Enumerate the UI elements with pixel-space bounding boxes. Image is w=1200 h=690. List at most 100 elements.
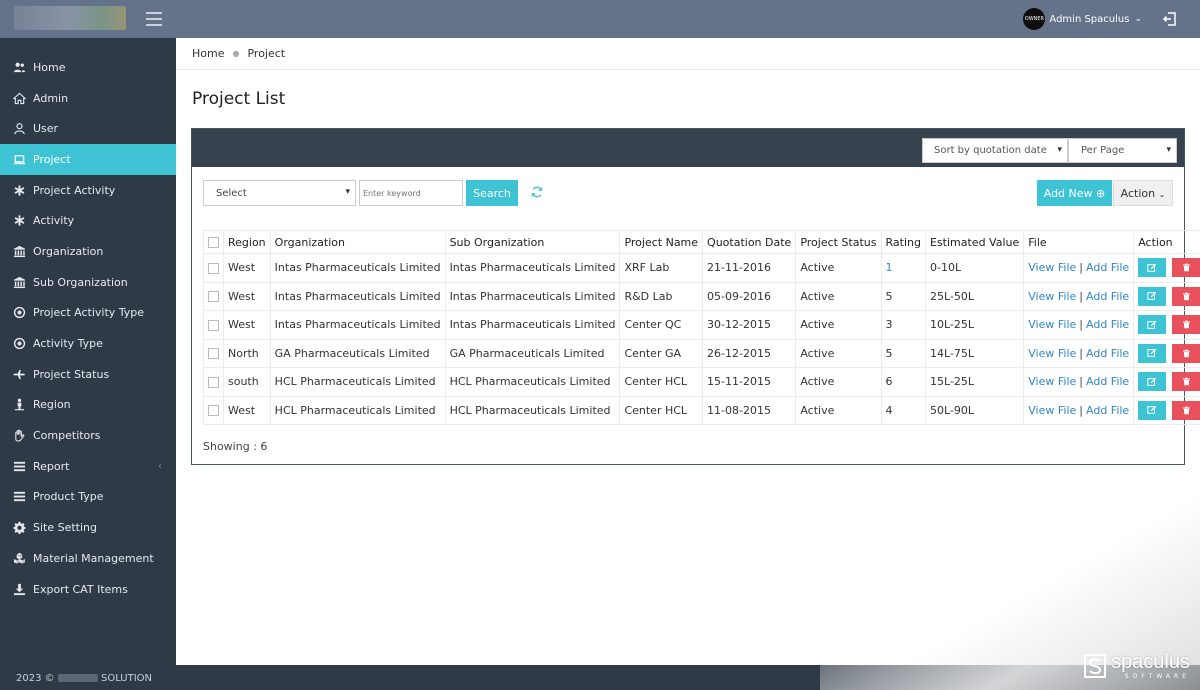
delete-button[interactable] xyxy=(1172,286,1200,306)
add-file-link[interactable]: Add File xyxy=(1086,261,1129,274)
cell-action xyxy=(1133,395,1200,425)
row-select-cell xyxy=(203,338,224,368)
delete-button[interactable] xyxy=(1172,372,1200,392)
add-file-link[interactable]: Add File xyxy=(1086,318,1129,331)
cell-organization: Intas Pharmaceuticals Limited xyxy=(269,253,446,283)
action-dropdown-button[interactable]: Action ⌄ xyxy=(1113,180,1173,206)
col-region[interactable]: Region xyxy=(223,230,271,254)
col-organization[interactable]: Organization xyxy=(269,230,446,254)
showing-count: Showing : 6 xyxy=(203,440,268,453)
cell-project-name: Center HCL xyxy=(619,395,704,425)
sidebar-item-project-activity-type[interactable]: Project Activity Type xyxy=(0,298,176,329)
sort-select[interactable]: Sort by quotation date ▾ xyxy=(922,138,1068,163)
per-page-select[interactable]: Per Page ▾ xyxy=(1068,138,1177,163)
delete-button[interactable] xyxy=(1172,400,1200,420)
edit-button[interactable] xyxy=(1138,372,1167,392)
sidebar-item-label: Project Activity Type xyxy=(33,306,145,320)
sidebar-item-site-setting[interactable]: Site Setting xyxy=(0,512,176,543)
row-checkbox[interactable] xyxy=(208,319,219,331)
cell-estimated-value: 50L-90L xyxy=(924,395,1025,425)
edit-button[interactable] xyxy=(1138,343,1167,363)
add-file-link[interactable]: Add File xyxy=(1086,375,1129,388)
table-row: North GA Pharmaceuticals Limited GA Pharma… xyxy=(203,338,1200,368)
col-file: File xyxy=(1023,230,1135,254)
row-checkbox[interactable] xyxy=(208,291,219,303)
sidebar-item-project-activity[interactable]: Project Activity xyxy=(0,175,176,206)
cell-region: West xyxy=(223,310,271,340)
cell-sub-organization: Intas Pharmaceuticals Limited xyxy=(444,253,621,283)
sidebar-item-home[interactable]: Home xyxy=(0,52,176,83)
select-all-checkbox[interactable] xyxy=(208,237,219,248)
cell-estimated-value: 10L-25L xyxy=(924,310,1025,340)
row-checkbox[interactable] xyxy=(208,348,219,360)
link-separator: | xyxy=(1079,375,1083,389)
filter-select[interactable]: Select ▾ xyxy=(203,180,356,206)
view-file-link[interactable]: View File xyxy=(1028,290,1076,303)
view-file-link[interactable]: View File xyxy=(1028,375,1076,388)
delete-button[interactable] xyxy=(1172,258,1200,278)
breadcrumb-home[interactable]: Home xyxy=(192,47,224,60)
col-estimated-value[interactable]: Estimated Value xyxy=(924,230,1025,254)
sidebar-item-project-status[interactable]: Project Status xyxy=(0,359,176,390)
sidebar-item-export-cat-items[interactable]: Export CAT Items xyxy=(0,574,176,605)
plus-circle-icon: ⊕ xyxy=(1096,186,1106,200)
breadcrumb-separator: ● xyxy=(232,49,240,58)
col-quotation-date[interactable]: Quotation Date xyxy=(702,230,797,254)
sidebar-item-product-type[interactable]: Product Type xyxy=(0,482,176,513)
search-button[interactable]: Search xyxy=(466,180,518,206)
sidebar-item-label: Material Management xyxy=(33,551,154,565)
sidebar-item-activity-type[interactable]: Activity Type xyxy=(0,328,176,359)
col-sub-organization[interactable]: Sub Organization xyxy=(444,230,621,254)
add-file-link[interactable]: Add File xyxy=(1086,347,1129,360)
sidebar-item-competitors[interactable]: Competitors xyxy=(0,420,176,451)
view-file-link[interactable]: View File xyxy=(1028,261,1076,274)
sidebar-item-user[interactable]: User xyxy=(0,113,176,144)
sidebar-item-material-management[interactable]: Material Management xyxy=(0,543,176,574)
view-file-link[interactable]: View File xyxy=(1028,318,1076,331)
edit-icon xyxy=(1147,349,1157,358)
edit-button[interactable] xyxy=(1138,315,1167,335)
sidebar-footer: 2023 © SOLUTION xyxy=(16,673,152,684)
cell-project-name: Center GA xyxy=(619,338,704,368)
table-row: West HCL Pharmaceuticals Limited HCL Pharm… xyxy=(203,395,1200,425)
edit-button[interactable] xyxy=(1138,400,1167,420)
add-new-button[interactable]: Add New ⊕ xyxy=(1037,180,1112,206)
chevron-down-icon: ▾ xyxy=(345,187,350,197)
sidebar-item-sub-organization[interactable]: Sub Organization xyxy=(0,267,176,298)
user-menu[interactable]: OWNER Admin Spaculus ⌄ xyxy=(1023,8,1142,30)
sidebar-item-admin[interactable]: Admin xyxy=(0,83,176,114)
row-checkbox[interactable] xyxy=(208,376,219,388)
hamburger-menu-icon[interactable] xyxy=(146,12,162,26)
keyword-input[interactable] xyxy=(359,180,463,206)
trash-icon xyxy=(1182,377,1190,386)
logout-icon[interactable] xyxy=(1162,11,1178,27)
edit-button[interactable] xyxy=(1138,286,1167,306)
sort-select-label: Sort by quotation date xyxy=(934,145,1047,156)
view-file-link[interactable]: View File xyxy=(1028,404,1076,417)
sidebar-item-label: User xyxy=(33,122,59,136)
row-checkbox[interactable] xyxy=(208,262,219,274)
col-project-status[interactable]: Project Status xyxy=(795,230,882,254)
sidebar-item-report[interactable]: Report ‹ xyxy=(0,451,176,482)
cell-project-name: Center QC xyxy=(619,310,704,340)
view-file-link[interactable]: View File xyxy=(1028,347,1076,360)
edit-button[interactable] xyxy=(1138,258,1167,278)
brand-logo[interactable] xyxy=(14,6,126,30)
delete-button[interactable] xyxy=(1172,315,1200,335)
cell-sub-organization: Intas Pharmaceuticals Limited xyxy=(444,310,621,340)
cell-estimated-value: 15L-25L xyxy=(924,367,1025,397)
row-select-cell xyxy=(203,310,224,340)
sidebar-item-organization[interactable]: Organization xyxy=(0,236,176,267)
add-file-link[interactable]: Add File xyxy=(1086,404,1129,417)
table-row: West Intas Pharmaceuticals Limited Intas P… xyxy=(203,310,1200,340)
row-checkbox[interactable] xyxy=(208,405,219,417)
col-rating[interactable]: Rating xyxy=(880,230,926,254)
sidebar-item-activity[interactable]: Activity xyxy=(0,205,176,236)
delete-button[interactable] xyxy=(1172,343,1200,363)
top-bar: OWNER Admin Spaculus ⌄ xyxy=(0,0,1200,38)
refresh-icon[interactable] xyxy=(530,185,544,199)
col-project-name[interactable]: Project Name xyxy=(619,230,704,254)
add-file-link[interactable]: Add File xyxy=(1086,290,1129,303)
sidebar-item-project[interactable]: Project xyxy=(0,144,184,175)
sidebar-item-region[interactable]: Region xyxy=(0,390,176,421)
